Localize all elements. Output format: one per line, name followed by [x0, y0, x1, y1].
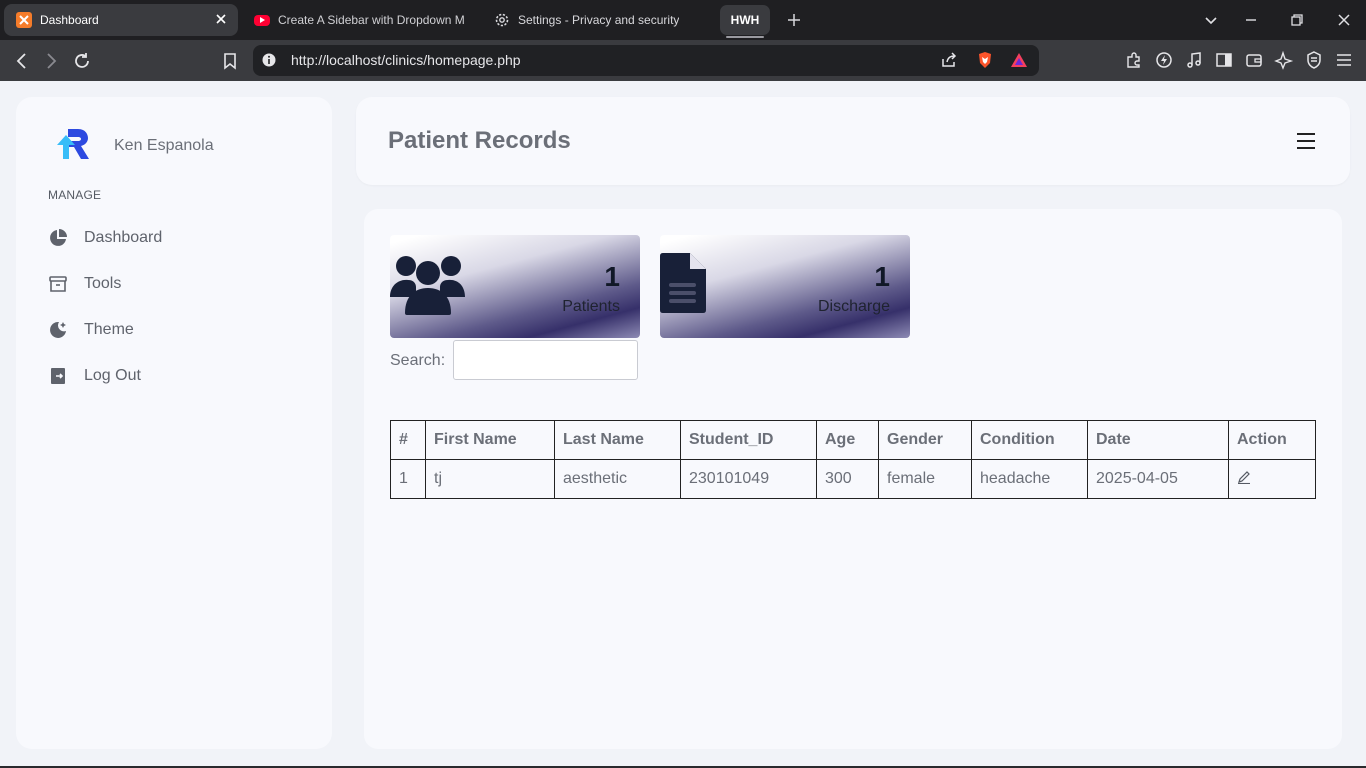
tab-dashboard[interactable]: Dashboard	[4, 4, 238, 36]
sidebar: Ken Espanola MANAGE Dashboard Tools Them…	[16, 97, 332, 749]
stat-card-patients: 1 Patients	[390, 235, 640, 338]
column-header-gender: Gender	[878, 420, 972, 460]
sidebar-item-label: Tools	[84, 275, 122, 292]
gear-icon	[494, 12, 510, 28]
sidebar-item-label: Log Out	[84, 367, 141, 384]
sidebar-toggle-icon[interactable]	[1214, 50, 1234, 70]
cell-condition: headache	[971, 459, 1088, 499]
tab-group-hwh[interactable]: HWH	[720, 5, 770, 38]
hamburger-menu-icon[interactable]	[1296, 131, 1316, 151]
sidebar-item-dashboard[interactable]: Dashboard	[46, 224, 316, 252]
brand-logo[interactable]	[56, 127, 92, 161]
discharge-label: Discharge	[817, 298, 890, 315]
browser-tab-bar: Dashboard Create A Sidebar with Dropdown…	[0, 0, 1366, 40]
reload-icon[interactable]	[71, 50, 93, 72]
share-icon[interactable]	[939, 50, 959, 70]
tab-title: Dashboard	[40, 13, 99, 27]
patient-records-table: # First Name Last Name Student_ID Age Ge…	[390, 420, 1316, 499]
tab-settings[interactable]: Settings - Privacy and security	[486, 4, 706, 36]
cell-first-name: tj	[425, 459, 555, 499]
pie-chart-icon	[46, 226, 70, 250]
site-info-icon[interactable]	[261, 52, 277, 68]
tab-youtube[interactable]: Create A Sidebar with Dropdown M	[246, 4, 468, 36]
sidebar-item-label: Theme	[84, 321, 134, 338]
column-header-condition: Condition	[971, 420, 1088, 460]
page-title: Patient Records	[388, 127, 571, 154]
vpn-shield-icon[interactable]	[1304, 50, 1324, 70]
column-header-age: Age	[816, 420, 879, 460]
minimize-icon[interactable]	[1241, 10, 1261, 30]
stat-card-discharge: 1 Discharge	[660, 235, 910, 338]
search-input[interactable]	[453, 340, 638, 380]
patients-count: 1	[604, 261, 620, 292]
url-text[interactable]: http://localhost/clinics/homepage.php	[291, 52, 521, 68]
page-content: Ken Espanola MANAGE Dashboard Tools Them…	[0, 81, 1366, 766]
xampp-icon	[16, 12, 32, 28]
sidebar-item-label: Dashboard	[84, 229, 163, 246]
cell-student-id: 230101049	[680, 459, 817, 499]
page-header: Patient Records	[356, 97, 1350, 185]
edit-icon[interactable]	[1237, 470, 1251, 484]
close-window-icon[interactable]	[1334, 10, 1354, 30]
close-tab-icon[interactable]	[214, 12, 228, 26]
extensions-icon[interactable]	[1124, 50, 1144, 70]
youtube-icon	[254, 14, 270, 26]
users-group-icon	[390, 253, 470, 322]
section-label-manage: MANAGE	[48, 188, 102, 202]
theme-moon-icon	[46, 318, 70, 342]
restore-icon[interactable]	[1287, 10, 1307, 30]
new-tab-icon[interactable]	[784, 10, 804, 30]
cell-age: 300	[816, 459, 879, 499]
music-icon[interactable]	[1184, 50, 1204, 70]
archive-box-icon	[46, 272, 70, 296]
column-header-number: #	[390, 420, 426, 460]
sidebar-item-tools[interactable]: Tools	[46, 270, 316, 298]
user-name: Ken Espanola	[114, 137, 214, 154]
discharge-count: 1	[874, 261, 890, 292]
ai-sparkle-icon[interactable]	[1274, 50, 1294, 70]
column-header-date: Date	[1087, 420, 1229, 460]
column-header-first-name: First Name	[425, 420, 555, 460]
brave-shield-icon[interactable]	[975, 50, 995, 70]
sidebar-item-logout[interactable]: Log Out	[46, 362, 316, 390]
tab-search-chevron-icon[interactable]	[1201, 10, 1221, 30]
column-header-action: Action	[1228, 420, 1316, 460]
patients-label: Patients	[562, 298, 620, 315]
leo-icon[interactable]	[1154, 50, 1174, 70]
cell-last-name: aesthetic	[554, 459, 681, 499]
column-header-student-id: Student_ID	[680, 420, 817, 460]
back-icon[interactable]	[11, 50, 33, 72]
bookmark-icon[interactable]	[219, 50, 241, 72]
logout-icon	[46, 364, 70, 388]
column-header-last-name: Last Name	[554, 420, 681, 460]
cell-gender: female	[878, 459, 972, 499]
table-row: 1 tj aesthetic 230101049 300 female head…	[390, 459, 1316, 499]
document-icon	[660, 253, 710, 320]
cell-date: 2025-04-05	[1087, 459, 1229, 499]
cell-number: 1	[390, 459, 426, 499]
brave-rewards-icon[interactable]	[1009, 50, 1029, 70]
tab-title: Settings - Privacy and security	[518, 13, 680, 27]
forward-icon[interactable]	[40, 50, 62, 72]
tab-title: Create A Sidebar with Dropdown M	[278, 13, 465, 27]
main-content-card: 1 Patients 1 Discharge Search: # First N…	[364, 209, 1342, 749]
sidebar-item-theme[interactable]: Theme	[46, 316, 316, 344]
wallet-icon[interactable]	[1244, 50, 1264, 70]
menu-icon[interactable]	[1334, 50, 1354, 70]
table-header-row: # First Name Last Name Student_ID Age Ge…	[390, 420, 1316, 460]
logo-r-icon	[57, 129, 89, 159]
search-label: Search:	[390, 352, 446, 369]
cell-action	[1228, 459, 1316, 499]
